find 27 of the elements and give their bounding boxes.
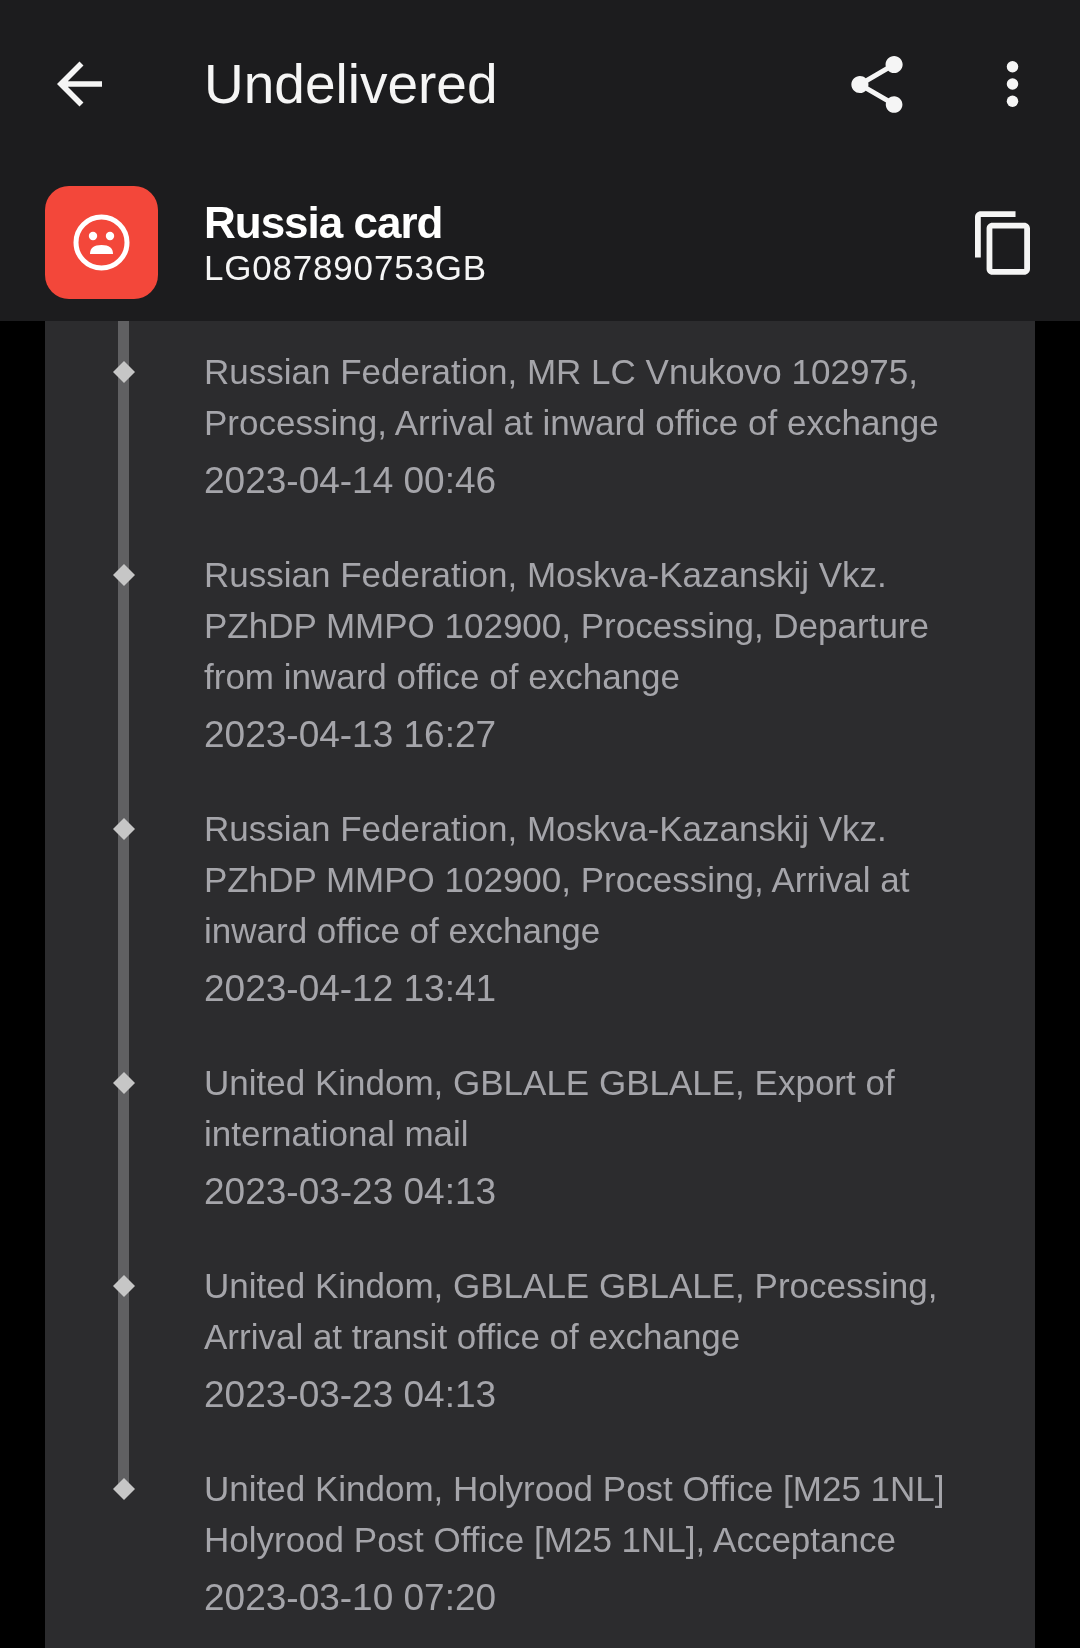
more-vertical-icon [1005, 61, 1019, 107]
diamond-icon [112, 1274, 135, 1297]
event-time: 2023-03-23 04:13 [204, 1170, 498, 1214]
copy-icon [974, 210, 1030, 275]
diamond-icon [112, 817, 135, 840]
event-time: 2023-03-10 07:20 [204, 1576, 498, 1620]
event-description: United Kindom, Holyrood Post Office [M25 1NL] Holyrood Post Office [M25 1NL], Acceptance [204, 1468, 946, 1561]
event-description: United Kindom, GBLALE GBLALE, Export of international mail [204, 1062, 896, 1155]
event-time: 2023-04-12 13:41 [204, 967, 498, 1011]
diamond-icon [112, 360, 135, 383]
event-time: 2023-04-14 00:46 [204, 459, 498, 503]
diamond-icon [112, 563, 135, 586]
diamond-icon [112, 1477, 135, 1500]
event-description: Russian Federation, Moskva-Kazanskij Vkz. PZhDP MMPO 102900, Processing, Departure from inward office of exchange [204, 554, 930, 698]
tracking-number: LG087890753GB [204, 247, 487, 288]
event-time: 2023-03-23 04:13 [204, 1373, 498, 1417]
event-description: Russian Federation, Moskva-Kazanskij Vkz. PZhDP MMPO 102900, Processing, Arrival at inward office of exchange [204, 808, 911, 952]
screen-title: Undelivered [204, 52, 498, 116]
event-description: Russian Federation, MR LC Vnukovo 102975, Processing, Arrival at inward office of exchange [204, 351, 940, 444]
share-icon [851, 55, 903, 113]
back-arrow-icon [56, 61, 102, 107]
parcel-name: Russia card [204, 197, 444, 248]
sad-face-icon [45, 186, 158, 299]
event-time: 2023-04-13 16:27 [204, 713, 498, 757]
diamond-icon [112, 1071, 135, 1094]
copy-button[interactable] [972, 210, 1032, 275]
event-description: United Kindom, GBLALE GBLALE, Processing, Arrival at transit office of exchange [204, 1265, 939, 1358]
